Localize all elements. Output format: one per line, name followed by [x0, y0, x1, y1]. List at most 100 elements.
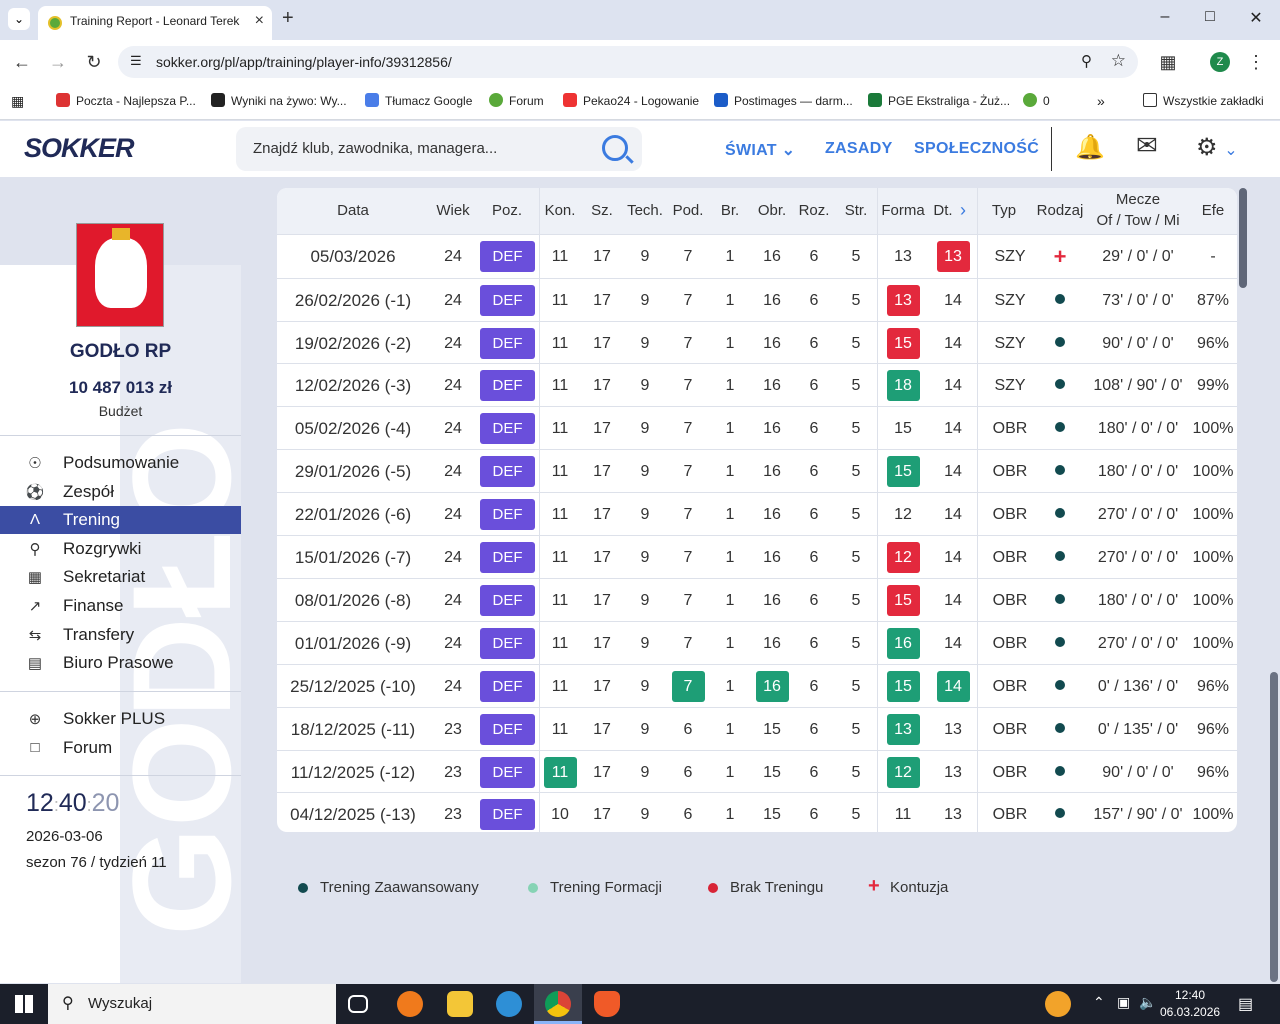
network-icon[interactable]: ▣ [1117, 994, 1130, 1011]
bookmark-label: Pekao24 - Logowanie [583, 94, 700, 108]
table-row[interactable]: 12/02/2026 (-3) 24 DEF 11 17 9 7 1 16 6 5 18 14 SZY 10… [277, 363, 1237, 406]
chrome-icon[interactable] [545, 991, 571, 1017]
site-search-input[interactable]: Znajdź klub, zawodnika, managera... [236, 127, 642, 171]
cell-efficiency: 100% [1192, 592, 1234, 609]
table-row[interactable]: 11/12/2025 (-12) 23 DEF 11 17 9 6 1 15 6 5 12 13 OBR 9… [277, 750, 1237, 793]
sokker-logo[interactable]: SOKKER [24, 133, 135, 164]
cell-age: 24 [444, 335, 462, 352]
url-field[interactable]: ☰ sokker.org/pl/app/training/player-info… [118, 46, 1138, 78]
edge-icon[interactable] [496, 991, 522, 1017]
task-view-icon[interactable] [348, 995, 368, 1013]
weather-icon[interactable] [1045, 991, 1071, 1017]
close-tab-icon[interactable]: × [255, 12, 264, 30]
table-row[interactable]: 05/03/2026 24 DEF 11 17 9 7 1 16 6 5 13 13 SZY +29' / … [277, 234, 1237, 277]
bookmark-item[interactable]: 0 [1023, 93, 1050, 108]
table-row[interactable]: 19/02/2026 (-2) 24 DEF 11 17 9 7 1 16 6 5 15 14 SZY 90… [277, 321, 1237, 364]
bookmark-item[interactable]: Forum [489, 93, 544, 108]
sidebar-item-summary[interactable]: ☉ Podsumowanie [0, 449, 241, 477]
apps-icon[interactable]: ▦ [11, 93, 24, 110]
cell-date: 08/01/2026 (-8) [294, 591, 412, 610]
chevron-right-icon[interactable]: › [960, 200, 966, 221]
zoom-icon[interactable]: ⚲ [1081, 52, 1092, 70]
minimize-window-button[interactable]: – [1145, 8, 1185, 26]
table-row[interactable]: 15/01/2026 (-7) 24 DEF 11 17 9 7 1 16 6 5 12 14 OBR 27… [277, 535, 1237, 578]
back-icon[interactable]: ← [10, 52, 34, 73]
table-row[interactable]: 22/01/2026 (-6) 24 DEF 11 17 9 7 1 16 6 5 12 14 OBR 27… [277, 492, 1237, 535]
brave-icon[interactable] [594, 991, 620, 1017]
cell-date: 05/02/2026 (-4) [294, 419, 412, 438]
club-name[interactable]: GODŁO RP [0, 341, 241, 363]
site-info-icon[interactable]: ☰ [130, 53, 142, 69]
extensions-icon[interactable]: ▦ [1156, 52, 1180, 73]
nav-rules[interactable]: ZASADY [825, 140, 893, 158]
table-row[interactable]: 04/12/2025 (-13) 23 DEF 10 17 9 6 1 15 6 5 11 13 OBR 1… [277, 792, 1237, 832]
more-bookmarks-icon[interactable]: » [1097, 93, 1105, 109]
bookmark-item[interactable]: Wyniki na żywo: Wy... [211, 93, 347, 108]
bookmark-item[interactable]: Pekao24 - Logowanie [563, 93, 699, 108]
tab-list-dropdown[interactable]: ⌄ [8, 8, 30, 30]
position-badge: DEF [480, 714, 535, 745]
sidebar-item-transfers[interactable]: ⇆ Transfery [0, 621, 241, 649]
sidebar-item-competitions[interactable]: ⚲ Rozgrywki [0, 535, 241, 563]
page-scrollbar[interactable] [1270, 672, 1278, 982]
bookmark-item[interactable]: Tłumacz Google [365, 93, 472, 108]
sidebar-item-finance[interactable]: ↗ Finanse [0, 592, 241, 620]
cell-training-kind [1030, 493, 1090, 536]
file-explorer-icon[interactable] [447, 991, 473, 1017]
settings-gear-icon[interactable]: ⚙ ⌄ [1196, 133, 1238, 162]
sidebar-item-sokker-plus[interactable]: ⊕ Sokker PLUS [0, 705, 241, 733]
table-row[interactable]: 29/01/2026 (-5) 24 DEF 11 17 9 7 1 16 6 5 15 14 OBR 18… [277, 449, 1237, 492]
table-row[interactable]: 26/02/2026 (-1) 24 DEF 11 17 9 7 1 16 6 5 13 14 SZY 73… [277, 278, 1237, 321]
bookmark-item[interactable]: PGE Ekstraliga - Żuż... [868, 93, 1010, 108]
cell-minutes: 180' / 0' / 0' [1097, 420, 1179, 437]
sidebar-item-team[interactable]: ⚽ Zespół [0, 478, 241, 506]
legend-dot-icon [708, 883, 718, 893]
bookmark-item[interactable]: Poczta - Najlepsza P... [56, 93, 196, 108]
sidebar-item-forum[interactable]: □ Forum [0, 734, 241, 762]
cell-efficiency: 96% [1196, 764, 1230, 781]
position-badge: DEF [480, 499, 535, 530]
taskbar-search-input[interactable]: ⚲ Wyszukaj [48, 984, 336, 1024]
table-row[interactable]: 08/01/2026 (-8) 24 DEF 11 17 9 7 1 16 6 5 15 14 OBR 18… [277, 578, 1237, 621]
bell-icon[interactable]: 🔔 [1075, 133, 1105, 162]
column-separator [539, 188, 540, 832]
search-icon[interactable] [602, 135, 628, 161]
nav-world[interactable]: ŚWIAT ⌄ [725, 140, 795, 160]
taskbar-clock[interactable]: 12:40 06.03.2026 [1160, 988, 1220, 1019]
table-row[interactable]: 25/12/2025 (-10) 24 DEF 11 17 9 7 1 16 6 5 15 14 OBR 0… [277, 664, 1237, 707]
cell-age: 23 [444, 764, 462, 781]
mail-icon[interactable]: ✉ [1136, 130, 1158, 161]
all-bookmarks-folder[interactable]: Wszystkie zakładki [1143, 93, 1264, 108]
club-emblem[interactable] [76, 223, 164, 327]
reload-icon[interactable]: ↻ [82, 52, 106, 73]
tray-arrow-icon[interactable]: ⌃ [1093, 994, 1105, 1011]
new-tab-button[interactable]: + [282, 7, 294, 30]
cell-efficiency: 99% [1196, 377, 1230, 394]
cell-training-kind [1030, 407, 1090, 450]
maximize-window-button[interactable]: □ [1190, 8, 1230, 26]
browser-tab[interactable]: Training Report - Leonard Terek × [38, 6, 272, 40]
profile-avatar[interactable]: Z [1210, 52, 1230, 72]
firefox-icon[interactable] [397, 991, 423, 1017]
table-row[interactable]: 18/12/2025 (-11) 23 DEF 11 17 9 6 1 15 6 5 13 13 OBR 0… [277, 707, 1237, 750]
sidebar-item-press[interactable]: ▤ Biuro Prasowe [0, 649, 241, 677]
bookmarks-bar: ▦ Poczta - Najlepsza P... Wyniki na żywo… [0, 84, 1280, 120]
bookmark-star-icon[interactable]: ☆ [1111, 51, 1126, 71]
nav-community[interactable]: SPOŁECZNOŚĆ [914, 140, 1039, 158]
table-scrollbar[interactable] [1239, 188, 1247, 288]
close-window-button[interactable]: ✕ [1236, 8, 1276, 28]
table-row[interactable]: 05/02/2026 (-4) 24 DEF 11 17 9 7 1 16 6 5 15 14 OBR 18… [277, 406, 1237, 449]
sidebar-item-office[interactable]: ▦ Sekretariat [0, 563, 241, 591]
cell-date: 05/03/2026 [310, 247, 396, 266]
sidebar-item-training[interactable]: Λ Trening [0, 506, 241, 534]
chart-line-icon: ↗ [28, 598, 42, 615]
browser-menu-icon[interactable]: ⋮ [1244, 52, 1268, 73]
sidebar-item-label: Transfery [63, 625, 135, 644]
bookmark-item[interactable]: Postimages — darm... [714, 93, 853, 108]
table-row[interactable]: 01/01/2026 (-9) 24 DEF 11 17 9 7 1 16 6 5 16 14 OBR 27… [277, 621, 1237, 664]
notifications-icon[interactable]: ▤ [1238, 994, 1253, 1014]
volume-icon[interactable]: 🔈 [1139, 994, 1156, 1011]
windows-start-icon[interactable] [15, 995, 33, 1013]
cell-minutes: 270' / 0' / 0' [1097, 635, 1179, 652]
forward-icon[interactable]: → [46, 52, 70, 73]
